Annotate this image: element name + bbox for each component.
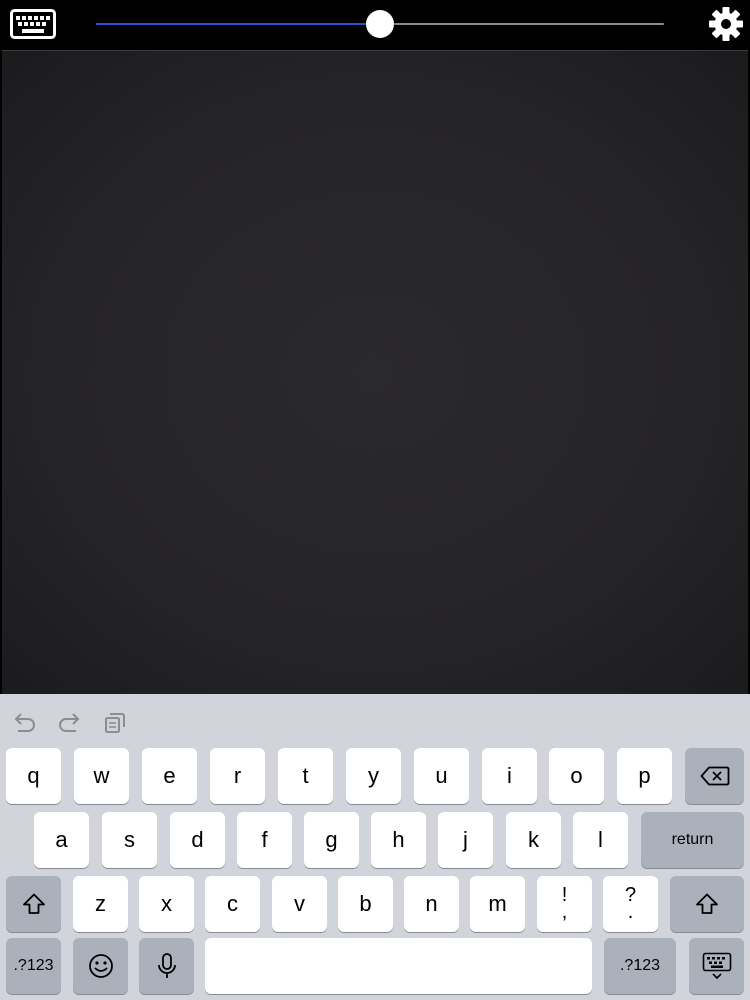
- key-v[interactable]: v: [272, 876, 327, 932]
- numbers-key-left[interactable]: .?123: [6, 938, 61, 994]
- undo-icon[interactable]: [12, 712, 38, 734]
- key-b[interactable]: b: [338, 876, 393, 932]
- key-x[interactable]: x: [139, 876, 194, 932]
- key-m[interactable]: m: [470, 876, 525, 932]
- key-i[interactable]: i: [482, 748, 537, 804]
- keyboard-dismiss-icon: [702, 952, 732, 980]
- key-n[interactable]: n: [404, 876, 459, 932]
- key-o[interactable]: o: [549, 748, 604, 804]
- dictation-key[interactable]: [139, 938, 194, 994]
- numbers-key-right[interactable]: .?123: [604, 938, 676, 994]
- emoji-icon: [88, 953, 114, 979]
- slider-fill: [96, 23, 380, 25]
- key-t[interactable]: t: [278, 748, 333, 804]
- return-key[interactable]: return: [641, 812, 744, 868]
- key-e[interactable]: e: [142, 748, 197, 804]
- key-a[interactable]: a: [34, 812, 89, 868]
- backspace-icon: [700, 766, 730, 786]
- key-w[interactable]: w: [74, 748, 129, 804]
- shift-key-right[interactable]: [670, 876, 744, 932]
- microphone-icon: [156, 952, 178, 980]
- key-bottom-char: ,: [561, 901, 568, 923]
- shift-icon: [695, 892, 719, 916]
- key-l[interactable]: l: [573, 812, 628, 868]
- onscreen-keyboard: q w e r t y u i o p a s d f g h j k l re…: [0, 694, 750, 1000]
- key-p[interactable]: p: [617, 748, 672, 804]
- backspace-key[interactable]: [685, 748, 744, 804]
- key-h[interactable]: h: [371, 812, 426, 868]
- key-bottom-char: .: [627, 901, 634, 923]
- gear-icon[interactable]: [708, 6, 744, 42]
- key-d[interactable]: d: [170, 812, 225, 868]
- emoji-key[interactable]: [73, 938, 128, 994]
- top-toolbar: [0, 0, 750, 48]
- key-g[interactable]: g: [304, 812, 359, 868]
- keyboard-icon[interactable]: [10, 9, 56, 39]
- key-s[interactable]: s: [102, 812, 157, 868]
- key-question-period[interactable]: ?.: [603, 876, 658, 932]
- key-z[interactable]: z: [73, 876, 128, 932]
- key-r[interactable]: r: [210, 748, 265, 804]
- shift-key-left[interactable]: [6, 876, 61, 932]
- slider[interactable]: [96, 10, 664, 38]
- paste-icon[interactable]: [102, 712, 128, 734]
- key-j[interactable]: j: [438, 812, 493, 868]
- key-k[interactable]: k: [506, 812, 561, 868]
- space-bar[interactable]: [205, 938, 592, 994]
- key-u[interactable]: u: [414, 748, 469, 804]
- redo-icon[interactable]: [56, 712, 82, 734]
- canvas-area[interactable]: [2, 50, 748, 694]
- key-c[interactable]: c: [205, 876, 260, 932]
- key-f[interactable]: f: [237, 812, 292, 868]
- slider-thumb[interactable]: [366, 10, 394, 38]
- dismiss-keyboard-key[interactable]: [689, 938, 744, 994]
- key-y[interactable]: y: [346, 748, 401, 804]
- shift-icon: [22, 892, 46, 916]
- shortcut-bar: [0, 694, 750, 750]
- key-exclamation-comma[interactable]: !,: [537, 876, 592, 932]
- key-q[interactable]: q: [6, 748, 61, 804]
